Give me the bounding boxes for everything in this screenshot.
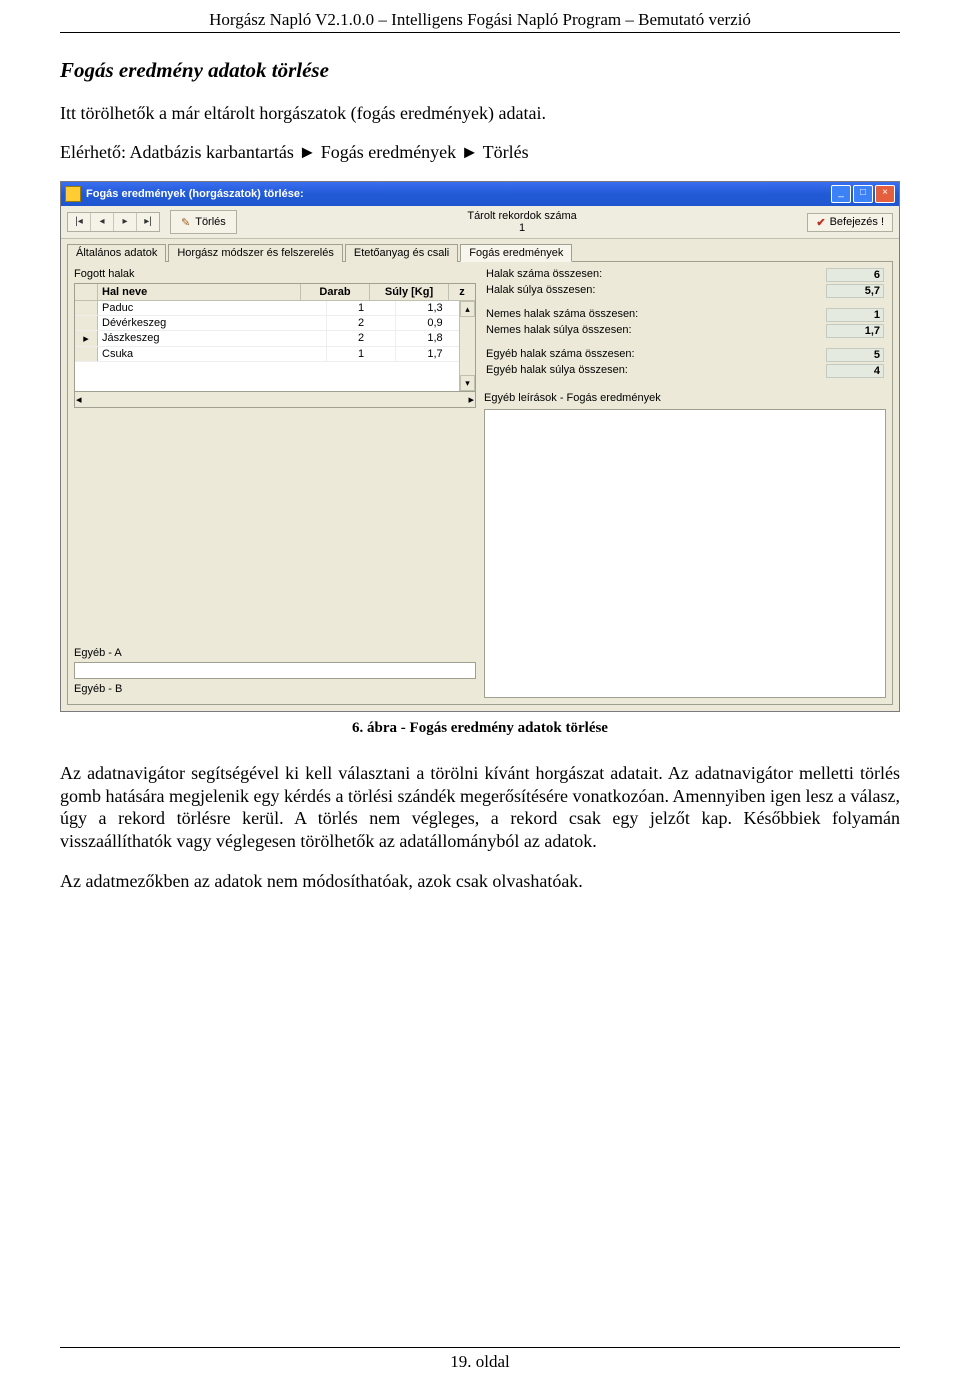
app-window: Fogás eredmények (horgászatok) törlése: …: [60, 181, 900, 712]
grid-header-indicator: [75, 284, 98, 300]
page-header: Horgász Napló V2.1.0.0 – Intelligens Fog…: [60, 10, 900, 32]
results-panel: Fogott halak Hal neve Darab Súly [Kg] z …: [67, 261, 893, 705]
minimize-button[interactable]: _: [831, 185, 851, 203]
tab-bait[interactable]: Etetőanyag és csali: [345, 244, 458, 262]
nav-first-button[interactable]: |◂: [68, 213, 91, 231]
stat-label: Egyéb halak száma összesen:: [486, 348, 635, 362]
stat-value: 5: [826, 348, 884, 362]
stat-label: Nemes halak száma összesen:: [486, 308, 638, 322]
stat-value: 4: [826, 364, 884, 378]
stat-value: 5,7: [826, 284, 884, 298]
record-count-value: 1: [247, 222, 798, 234]
check-icon: ✔: [816, 216, 825, 229]
maximize-button[interactable]: □: [853, 185, 873, 203]
stat-value: 1: [826, 308, 884, 322]
grid-row[interactable]: Paduc 1 1,3: [75, 301, 475, 316]
stat-label: Nemes halak súlya összesen:: [486, 324, 632, 338]
paragraph-2: Az adatmezőkben az adatok nem módosíthat…: [60, 870, 900, 893]
tab-general[interactable]: Általános adatok: [67, 244, 166, 262]
grid-header-z: z: [449, 284, 475, 300]
stat-label: Halak súlya összesen:: [486, 284, 595, 298]
section-title: Fogás eredmény adatok törlése: [60, 58, 900, 83]
tab-bar: Általános adatok Horgász módszer és fels…: [61, 239, 899, 261]
header-rule: [60, 32, 900, 33]
grid-body: Paduc 1 1,3 Dévérkeszeg 2 0,9 ▸ Jás: [75, 301, 475, 391]
grid-header-count: Darab: [301, 284, 370, 300]
toolbar: |◂ ◂ ▸ ▸| ✎ Törlés Tárolt rekordok száma…: [61, 206, 899, 239]
fish-group-label: Fogott halak: [74, 268, 476, 280]
stat-value: 6: [826, 268, 884, 282]
nav-next-button[interactable]: ▸: [114, 213, 137, 231]
grid-header-weight: Súly [Kg]: [370, 284, 449, 300]
record-navigator: |◂ ◂ ▸ ▸|: [67, 212, 160, 232]
row-indicator: [75, 301, 98, 315]
egyeb-b-label: Egyéb - B: [74, 683, 476, 695]
desc-label: Egyéb leírások - Fogás eredmények: [484, 392, 886, 404]
finish-button[interactable]: ✔ Befejezés !: [807, 213, 893, 232]
window-title: Fogás eredmények (horgászatok) törlése:: [86, 188, 304, 200]
tab-method[interactable]: Horgász módszer és felszerelés: [168, 244, 343, 262]
grid-row[interactable]: Csuka 1 1,7: [75, 347, 475, 362]
path-text: Elérhető: Adatbázis karbantartás ► Fogás…: [60, 142, 900, 163]
grid-header-name: Hal neve: [98, 284, 301, 300]
app-icon: [65, 186, 81, 202]
titlebar: Fogás eredmények (horgászatok) törlése: …: [61, 182, 899, 206]
paragraph-1: Az adatnavigátor segítségével ki kell vá…: [60, 762, 900, 852]
page-number: 19. oldal: [60, 1352, 900, 1372]
fish-grid: Hal neve Darab Súly [Kg] z Paduc 1 1,3: [74, 283, 476, 392]
scroll-right-icon[interactable]: ▸: [468, 393, 474, 406]
desc-textarea[interactable]: [484, 409, 886, 698]
grid-hscroll[interactable]: ◂ ▸: [74, 392, 476, 408]
stat-value: 1,7: [826, 324, 884, 338]
grid-row[interactable]: ▸ Jászkeszeg 2 1,8: [75, 331, 475, 347]
grid-scrollbar[interactable]: ▴ ▾: [459, 301, 475, 391]
finish-label: Befejezés !: [830, 216, 884, 228]
scroll-up-icon[interactable]: ▴: [460, 301, 475, 317]
grid-row[interactable]: Dévérkeszeg 2 0,9: [75, 316, 475, 331]
scroll-left-icon[interactable]: ◂: [76, 393, 82, 406]
record-count-label: Tárolt rekordok száma 1: [247, 210, 798, 234]
delete-label: Törlés: [195, 216, 226, 228]
pencil-icon: ✎: [181, 216, 190, 229]
row-indicator: ▸: [75, 331, 98, 346]
egyeb-a-input[interactable]: [74, 662, 476, 679]
stat-label: Egyéb halak súlya összesen:: [486, 364, 628, 378]
stat-label: Halak száma összesen:: [486, 268, 602, 282]
figure-caption: 6. ábra - Fogás eredmény adatok törlése: [60, 720, 900, 737]
nav-last-button[interactable]: ▸|: [137, 213, 159, 231]
delete-button[interactable]: ✎ Törlés: [170, 210, 237, 234]
nav-prev-button[interactable]: ◂: [91, 213, 114, 231]
intro-text: Itt törölhetők a már eltárolt horgászato…: [60, 103, 900, 124]
row-indicator: [75, 316, 98, 330]
scroll-down-icon[interactable]: ▾: [460, 375, 475, 391]
egyeb-a-label: Egyéb - A: [74, 647, 476, 659]
row-indicator: [75, 347, 98, 361]
close-button[interactable]: ×: [875, 185, 895, 203]
page-footer: 19. oldal: [60, 1347, 900, 1372]
tab-results[interactable]: Fogás eredmények: [460, 244, 572, 262]
